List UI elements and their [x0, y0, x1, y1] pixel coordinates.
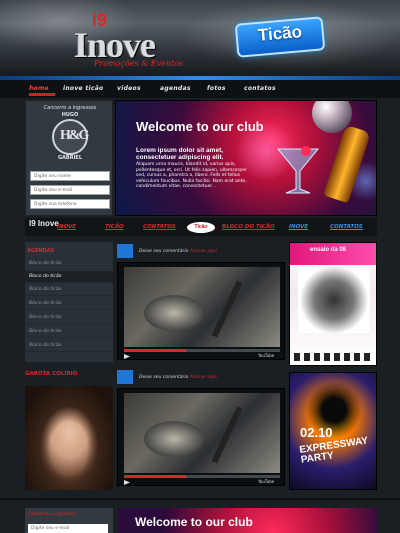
bottom-ticket-box: Cancerro a ingressos Digite seu e-mail — [25, 508, 113, 533]
video-player[interactable]: YouTube — [117, 262, 285, 360]
main-nav: home inove ticão videos agendas fotos co… — [0, 80, 400, 98]
subnav-ticao[interactable]: TICÃO — [105, 224, 124, 230]
logo-letters: H&G — [60, 128, 89, 143]
agenda-item[interactable]: Bloco do ticão — [25, 284, 113, 296]
video-progress-bar[interactable] — [124, 475, 280, 478]
nav-fotos[interactable]: fotos — [207, 85, 226, 92]
photo-hair-shade — [25, 386, 113, 490]
agenda-item[interactable]: Bloco do ticão — [25, 340, 113, 352]
video-header: Deixe seu comentário Acesse aqui — [117, 244, 285, 258]
logo-top-text: HUGO — [61, 112, 79, 118]
nav-agendas[interactable]: agendas — [160, 85, 191, 92]
subnav-bloco-do-ticao[interactable]: BLOCO DO TICÃO — [222, 224, 275, 230]
bottom-login-title: Cancerro a ingressos — [28, 512, 76, 517]
section-divider — [0, 498, 400, 500]
comment-prompt: Deixe seu comentário Acesse aqui — [139, 375, 217, 380]
comment-label: Deixe seu comentário — [139, 249, 189, 254]
poster-date: 02.10 — [300, 425, 333, 440]
ticket-login-box: Cancerro a ingressos HUGO H&G GABRIEL Di… — [25, 100, 113, 216]
nav-contatos[interactable]: contatos — [244, 85, 276, 92]
secondary-nav: l9 Inove INOVE TICÃO CONTATOS Ticão BLOC… — [25, 218, 377, 236]
name-field[interactable]: Digite seu nome — [30, 171, 110, 181]
video-thumbnail — [124, 393, 280, 473]
agendas-menu: AGENDAS Bloco do ticão Bloco do ticão Bl… — [25, 242, 113, 362]
expressway-party-poster[interactable]: 02.10 EXPRESSWAY PARTY — [289, 372, 377, 490]
logo-bottom-text: GABRIEL — [57, 155, 83, 161]
phone-field[interactable]: Digite sua telefone — [30, 199, 110, 209]
subnav-ticao-badge[interactable]: Ticão — [187, 222, 215, 233]
video-icon — [117, 244, 133, 258]
play-icon[interactable] — [124, 354, 130, 359]
comment-prompt: Deixe seu comentário Acesse aqui — [139, 249, 217, 254]
youtube-logo[interactable]: YouTube — [258, 353, 274, 358]
video-block: Deixe seu comentário Acesse aqui YouTube — [117, 370, 285, 490]
comment-link[interactable]: Acesse aqui — [190, 375, 217, 380]
agenda-item[interactable]: Bloco do ticão — [25, 271, 113, 283]
video-progress-bar[interactable] — [124, 349, 280, 352]
event-poster[interactable]: ensaio da 08 — [289, 242, 377, 366]
welcome-banner[interactable]: Welcome to our club Lorem ipsum dolor si… — [115, 100, 377, 216]
agendas-heading: AGENDAS — [27, 248, 55, 254]
agenda-item[interactable]: Bloco do ticão — [25, 312, 113, 324]
nav-home[interactable]: home — [29, 85, 55, 96]
subnav-inove[interactable]: INOVE — [57, 224, 76, 230]
nav-videos[interactable]: videos — [117, 85, 141, 92]
garota-colirio-heading: GAROTA COLÍRIO — [25, 371, 78, 377]
banner-headline: Welcome to our club — [135, 515, 253, 529]
banner-subheadline: Lorem ipsum dolor sit amet, consectetuer… — [136, 147, 224, 161]
poster-title: ensaio da 08 — [310, 247, 347, 253]
garota-colirio-photo[interactable] — [25, 386, 113, 490]
video-block: Deixe seu comentário Acesse aqui YouTube — [117, 244, 285, 364]
comment-link[interactable]: Acesse aqui — [190, 249, 217, 254]
bottom-email-field[interactable]: Digite seu e-mail — [28, 524, 108, 533]
nav-inove-ticao[interactable]: inove ticão — [63, 85, 103, 92]
agenda-item[interactable]: Bloco do ticão — [25, 326, 113, 338]
subnav-logo[interactable]: l9 Inove — [29, 219, 59, 228]
poster-event-name: EXPRESSWAY PARTY — [298, 435, 369, 466]
video-header: Deixe seu comentário Acesse aqui — [117, 370, 285, 384]
comment-label: Deixe seu comentário — [139, 375, 189, 380]
subnav-contatos[interactable]: CONTATOS — [143, 224, 176, 230]
brand-tagline: Promoções & Eventos — [94, 59, 184, 68]
video-thumbnail — [124, 267, 280, 347]
sponsor-logos — [294, 353, 374, 361]
poster-crowd-image — [298, 267, 370, 333]
agenda-item[interactable]: Bloco do ticão — [25, 298, 113, 310]
banner-body: Aliquam urna mauris, blandit id, varius … — [136, 162, 247, 189]
video-icon — [117, 370, 133, 384]
banner-headline: Welcome to our club — [136, 119, 264, 134]
email-field[interactable]: Digite seu e-mail — [30, 185, 110, 195]
play-icon[interactable] — [124, 480, 130, 485]
inove-logo[interactable]: l9 Inove Promoções & Eventos — [68, 10, 183, 70]
video-player[interactable]: YouTube — [117, 388, 285, 486]
cocktail-glass-image — [276, 146, 320, 194]
subnav-inove-2[interactable]: INOVE — [289, 224, 308, 230]
welcome-banner-bottom[interactable]: Welcome to our club — [117, 508, 377, 533]
youtube-logo[interactable]: YouTube — [258, 479, 274, 484]
hugo-gabriel-logo: HUGO H&G GABRIEL — [52, 112, 89, 161]
subnav-contatos-2[interactable]: CONTATOS — [330, 224, 363, 230]
tico-badge[interactable]: Ticão — [234, 16, 326, 58]
login-title: Cancerro a ingressos — [43, 105, 97, 111]
agenda-item[interactable]: Bloco do ticão — [25, 258, 113, 270]
site-header: l9 Inove Promoções & Eventos Ticão — [0, 0, 400, 78]
